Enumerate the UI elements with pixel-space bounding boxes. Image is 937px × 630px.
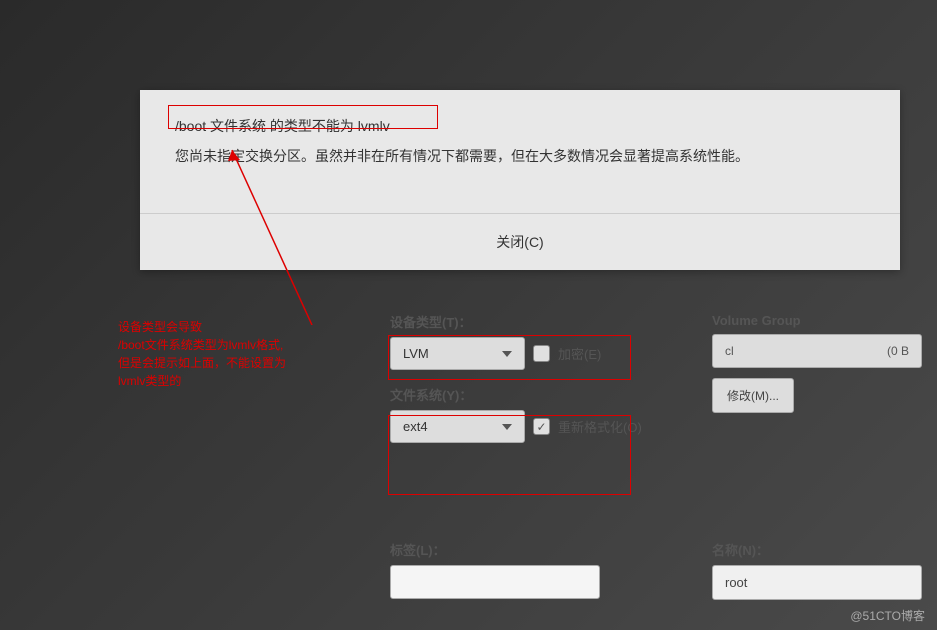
error-text-1: /boot 文件系统 的类型不能为 lvmlv — [175, 118, 390, 134]
filesystem-group: 文件系统(Y)： ext4 重新格式化(O) — [390, 385, 642, 443]
annotation-text: 设备类型会导致 /boot文件系统类型为lvmlv格式, 但是会提示如上面，不能… — [118, 318, 343, 390]
annotation-line-3: 但是会提示如上面，不能设置为 — [118, 354, 343, 372]
modify-button[interactable]: 修改(M)... — [712, 378, 794, 413]
encrypt-checkbox[interactable] — [533, 345, 550, 362]
reformat-checkbox[interactable] — [533, 418, 550, 435]
device-type-group: 设备类型(T)： LVM 加密(E) — [390, 312, 642, 370]
tag-group: 标签(L)： — [390, 540, 600, 599]
volume-group-label: Volume Group — [712, 313, 922, 328]
filesystem-select[interactable]: ext4 — [390, 410, 525, 443]
device-type-label: 设备类型(T)： — [390, 312, 642, 331]
volume-group-select[interactable]: cl (0 B — [712, 334, 922, 368]
encrypt-label: 加密(E) — [558, 344, 601, 363]
annotation-line-4: lvmlv类型的 — [118, 372, 343, 390]
annotation-line-2: /boot文件系统类型为lvmlv格式, — [118, 336, 343, 354]
name-label: 名称(N)： — [712, 540, 922, 559]
device-type-select[interactable]: LVM — [390, 337, 525, 370]
close-button[interactable]: 关闭(C) — [496, 234, 543, 250]
tag-input[interactable] — [390, 565, 600, 599]
error-message-2: 您尚未指定交换分区。虽然并非在所有情况下都需要，但在大多数情况会显著提高系统性能… — [175, 145, 865, 167]
tag-label: 标签(L)： — [390, 540, 600, 559]
annotation-line-1: 设备类型会导致 — [118, 318, 343, 336]
name-input[interactable]: root — [712, 565, 922, 600]
dialog-body: /boot 文件系统 的类型不能为 lvmlv 您尚未指定交换分区。虽然并非在所… — [140, 90, 900, 213]
volume-group-free: (0 B — [887, 344, 909, 358]
chevron-down-icon — [502, 351, 512, 357]
volume-group-value: cl — [725, 344, 734, 358]
volume-group-section: Volume Group cl (0 B 修改(M)... — [712, 313, 922, 413]
filesystem-value: ext4 — [403, 419, 428, 434]
error-message-1: /boot 文件系统 的类型不能为 lvmlv — [175, 115, 865, 137]
name-group: 名称(N)： root — [712, 540, 922, 600]
error-dialog: /boot 文件系统 的类型不能为 lvmlv 您尚未指定交换分区。虽然并非在所… — [140, 90, 900, 270]
filesystem-label: 文件系统(Y)： — [390, 385, 642, 404]
dialog-footer: 关闭(C) — [140, 213, 900, 270]
chevron-down-icon — [502, 424, 512, 430]
watermark: @51CTO博客 — [850, 607, 925, 624]
reformat-label: 重新格式化(O) — [558, 417, 642, 436]
device-type-value: LVM — [403, 346, 429, 361]
partition-form: 设备类型(T)： LVM 加密(E) 文件系统(Y)： ext4 重新格式化(O… — [390, 312, 642, 458]
